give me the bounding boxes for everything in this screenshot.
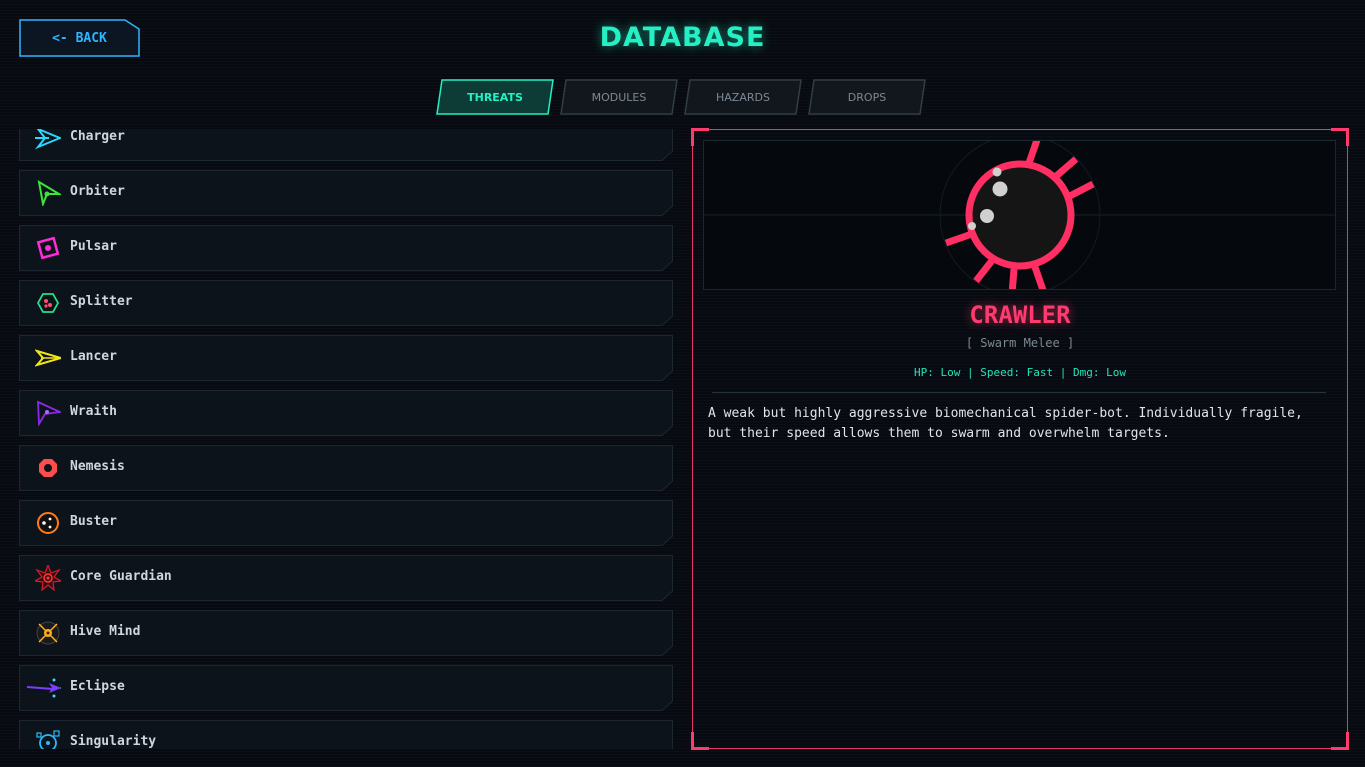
threat-name: Orbiter [70, 184, 125, 199]
buster-icon [37, 512, 59, 534]
threat-item-pulsar[interactable]: Pulsar [19, 225, 673, 271]
nemesis-icon [39, 459, 57, 477]
core-guardian-icon [35, 565, 61, 591]
enemy-type: [ Swarm Melee ] [965, 336, 1075, 350]
enemy-name: CRAWLER [969, 301, 1071, 329]
singularity-icon [36, 730, 60, 749]
enemy-stats: HP: Low | Speed: Fast | Dmg: Low [914, 366, 1126, 379]
list-item-frame [19, 335, 673, 381]
corner-bracket [691, 732, 709, 750]
tab-threats-label: THREATS [467, 90, 523, 104]
threat-item-singularity[interactable]: Singularity [19, 720, 673, 749]
tab-hazards-label: HAZARDS [716, 90, 770, 104]
preview-canvas [704, 141, 1335, 289]
tab-modules[interactable]: MODULES [560, 79, 678, 115]
list-item-frame [19, 225, 673, 271]
tab-hazards[interactable]: HAZARDS [684, 79, 802, 115]
corner-bracket [1331, 732, 1349, 750]
threat-name: Charger [70, 129, 125, 144]
tab-drops[interactable]: DROPS [808, 79, 926, 115]
list-item-frame [19, 390, 673, 436]
tab-drops-label: DROPS [847, 90, 887, 104]
threat-name: Hive Mind [70, 624, 141, 639]
category-tabs: THREATS MODULES HAZARDS DROPS [436, 79, 926, 115]
threat-name: Lancer [70, 349, 117, 364]
divider [712, 392, 1326, 393]
tab-modules-label: MODULES [591, 90, 647, 104]
enemy-preview [703, 140, 1336, 290]
threat-item-lancer[interactable]: Lancer [19, 335, 673, 381]
hive-mind-icon [36, 621, 60, 645]
threat-detail-panel: CRAWLER [ Swarm Melee ] HP: Low | Speed:… [691, 128, 1349, 750]
threat-name: Singularity [70, 734, 157, 749]
threat-list[interactable]: Charger Orbiter Pulsar Splitter Lancer W… [19, 129, 675, 749]
charger-icon [35, 129, 61, 150]
page-title: DATABASE [599, 22, 766, 53]
list-item-frame [19, 500, 673, 546]
threat-item-charger[interactable]: Charger [19, 129, 673, 161]
eclipse-icon [26, 678, 61, 698]
threat-item-orbiter[interactable]: Orbiter [19, 170, 673, 216]
crawler-spider-icon [944, 141, 1095, 289]
pulsar-icon [36, 236, 60, 260]
threat-name: Buster [70, 514, 117, 529]
threat-item-eclipse[interactable]: Eclipse [19, 665, 673, 711]
threat-name: Splitter [70, 294, 133, 309]
threat-item-wraith[interactable]: Wraith [19, 390, 673, 436]
orbiter-icon [37, 180, 61, 206]
threat-item-core-guardian[interactable]: Core Guardian [19, 555, 673, 601]
threat-name: Nemesis [70, 459, 125, 474]
threat-name: Core Guardian [70, 569, 172, 584]
threat-name: Eclipse [70, 679, 125, 694]
threat-name: Pulsar [70, 239, 117, 254]
threat-item-splitter[interactable]: Splitter [19, 280, 673, 326]
lancer-icon [35, 349, 61, 367]
splitter-icon [36, 293, 60, 313]
wraith-icon [37, 400, 61, 426]
threat-item-buster[interactable]: Buster [19, 500, 673, 546]
tab-threats[interactable]: THREATS [436, 79, 554, 115]
enemy-description: A weak but highly aggressive biomechanic… [708, 406, 1303, 441]
threat-item-hive-mind[interactable]: Hive Mind [19, 610, 673, 656]
threat-item-nemesis[interactable]: Nemesis [19, 445, 673, 491]
threat-name: Wraith [70, 404, 117, 419]
